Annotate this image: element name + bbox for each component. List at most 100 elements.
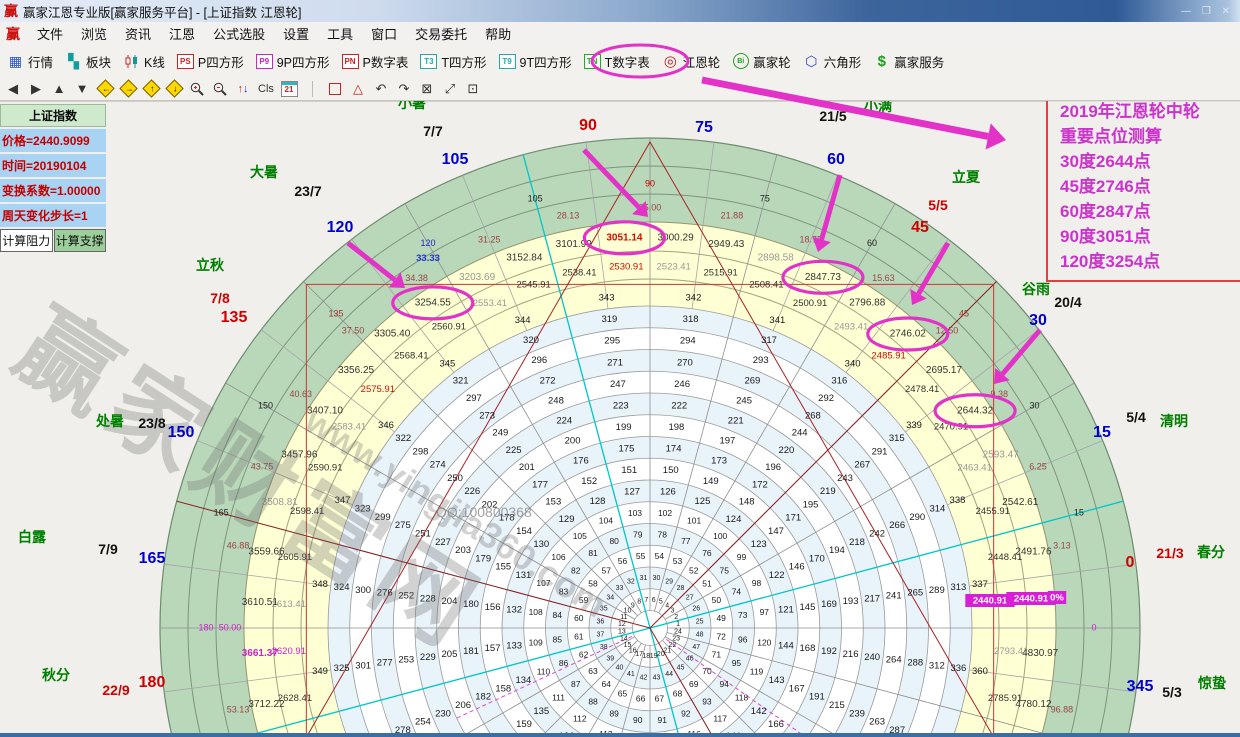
fit-icon[interactable]: ⤢ — [440, 79, 460, 98]
toolbar-item-label: 江恩轮 — [683, 52, 721, 71]
toolbar-item-box-PN[interactable]: PNP数字表 — [337, 49, 414, 74]
triangle-icon[interactable]: △ — [348, 79, 368, 98]
svg-text:2644.32: 2644.32 — [957, 405, 994, 416]
svg-text:111: 111 — [552, 692, 565, 702]
svg-text:82: 82 — [571, 565, 581, 575]
menu-item-5[interactable]: 设置 — [274, 22, 318, 45]
screen-icon[interactable]: ⊡ — [463, 79, 483, 98]
svg-text:216: 216 — [843, 649, 859, 660]
calendar-icon[interactable]: 21 — [279, 79, 299, 98]
svg-text:204: 204 — [442, 596, 458, 607]
toolbar-item-winner-wheel[interactable]: Bi赢家轮 — [727, 49, 796, 74]
svg-text:33.33: 33.33 — [416, 253, 440, 264]
prev-icon[interactable]: ◀ — [3, 79, 23, 98]
svg-text:2898.58: 2898.58 — [758, 252, 795, 263]
svg-text:30: 30 — [1030, 400, 1040, 410]
svg-text:81: 81 — [588, 548, 598, 558]
svg-text:18.75: 18.75 — [799, 234, 822, 244]
svg-text:32: 32 — [627, 579, 635, 586]
menu-item-4[interactable]: 公式选股 — [204, 22, 274, 45]
toolbar-item-box-PS[interactable]: PSP四方形 — [172, 49, 249, 74]
diamond-up-icon[interactable]: ↑ — [141, 79, 161, 98]
square-icon[interactable] — [325, 79, 345, 98]
svg-text:215: 215 — [829, 700, 845, 711]
diamond-right-icon[interactable]: → — [118, 79, 138, 98]
svg-text:340: 340 — [845, 358, 861, 369]
toolbar-item-label: 板块 — [86, 52, 111, 71]
toolbar-item-box-T9[interactable]: T9 9T四方形 — [494, 49, 577, 74]
svg-text:33: 33 — [616, 585, 624, 592]
diamond-left-icon[interactable]: ← — [95, 79, 115, 98]
svg-text:118: 118 — [735, 692, 749, 702]
svg-text:264: 264 — [886, 655, 902, 666]
svg-text:317: 317 — [761, 335, 777, 346]
toolbar-item-label: 9T四方形 — [520, 52, 572, 71]
next-icon[interactable]: ▶ — [26, 79, 46, 98]
svg-text:148: 148 — [739, 497, 755, 508]
rotate-ccw-icon[interactable]: ↶ — [371, 79, 391, 98]
svg-text:54: 54 — [655, 551, 665, 561]
menu-item-0[interactable]: 文件 — [28, 22, 72, 45]
calc-resistance-button[interactable]: 计算阻力 — [0, 229, 53, 252]
svg-text:168: 168 — [800, 643, 816, 654]
toolbar-item-quote-grid[interactable]: ▦行情 — [2, 49, 58, 74]
svg-text:7: 7 — [644, 597, 648, 604]
box-P9-icon: P9 — [256, 54, 273, 69]
svg-text:69: 69 — [689, 679, 699, 689]
svg-text:135: 135 — [329, 308, 344, 318]
box-x-icon[interactable]: ⊠ — [417, 79, 437, 98]
annotation-line-2: 30度2644点 — [1060, 149, 1240, 174]
calc-support-button[interactable]: 计算支撑 — [54, 229, 107, 252]
svg-text:3.13: 3.13 — [1053, 540, 1071, 550]
toolbar-item-box-TN[interactable]: TNT数字表 — [579, 49, 655, 74]
menu-item-1[interactable]: 浏览 — [72, 22, 116, 45]
svg-text:2553.41: 2553.41 — [473, 298, 507, 309]
menu-item-3[interactable]: 江恩 — [160, 22, 204, 45]
svg-text:169: 169 — [821, 599, 837, 610]
svg-text:217: 217 — [864, 593, 880, 604]
menu-item-9[interactable]: 帮助 — [476, 22, 520, 45]
svg-text:205: 205 — [442, 649, 458, 660]
svg-text:4: 4 — [665, 602, 669, 609]
svg-text:71: 71 — [712, 650, 722, 660]
annotation-line-5: 90度3051点 — [1060, 224, 1240, 249]
svg-text:243: 243 — [837, 473, 853, 484]
svg-text:92: 92 — [681, 709, 691, 719]
toolbar-item-sector-blocks[interactable]: ▚板块 — [60, 49, 116, 74]
toolbar-item-label: T数字表 — [605, 52, 650, 71]
menu-item-8[interactable]: 交易委托 — [406, 22, 476, 45]
svg-text:58: 58 — [588, 579, 598, 589]
down-icon[interactable]: ▼ — [72, 79, 92, 98]
toolbar-item-label: P数字表 — [363, 52, 409, 71]
toolbar-item-label: 赢家服务 — [894, 52, 944, 71]
menu-item-6[interactable]: 工具 — [318, 22, 362, 45]
svg-text:167: 167 — [789, 683, 805, 694]
info-row-2: 变换系数=1.00000 — [0, 179, 106, 202]
menu-item-7[interactable]: 窗口 — [362, 22, 406, 45]
svg-text:22: 22 — [669, 642, 677, 649]
rotate-cw-icon[interactable]: ↷ — [394, 79, 414, 98]
cls-icon[interactable]: Cls — [256, 79, 276, 98]
up-icon[interactable]: ▲ — [49, 79, 69, 98]
toolbar-item-service-dollar[interactable]: $赢家服务 — [868, 49, 949, 74]
diamond-down-icon[interactable]: ↓ — [164, 79, 184, 98]
zoom-out-icon[interactable] — [210, 79, 230, 98]
price-axis-icon[interactable]: ↑↓ — [233, 79, 253, 98]
toolbar-item-gann-wheel[interactable]: ◎江恩轮 — [657, 49, 726, 74]
svg-text:2796.88: 2796.88 — [849, 298, 886, 309]
svg-text:2491.76: 2491.76 — [1015, 546, 1052, 557]
svg-text:119: 119 — [750, 666, 764, 676]
zoom-in-icon[interactable] — [187, 79, 207, 98]
menu-item-2[interactable]: 资讯 — [116, 22, 160, 45]
toolbar-item-kline[interactable]: K线 — [118, 49, 170, 74]
svg-text:64: 64 — [602, 679, 612, 689]
svg-text:94: 94 — [719, 679, 729, 689]
window-controls[interactable]: — ❐ ✕ — [1181, 6, 1234, 17]
box-T9-icon: T9 — [499, 54, 516, 69]
svg-text:152: 152 — [581, 476, 597, 487]
toolbar-item-box-T3[interactable]: T3T四方形 — [415, 49, 491, 74]
toolbar-item-box-P9[interactable]: P99P四方形 — [251, 49, 335, 74]
svg-text:121: 121 — [778, 605, 794, 616]
svg-text:157: 157 — [485, 643, 501, 654]
toolbar-item-hexagon[interactable]: ⬡六角形 — [798, 49, 867, 74]
